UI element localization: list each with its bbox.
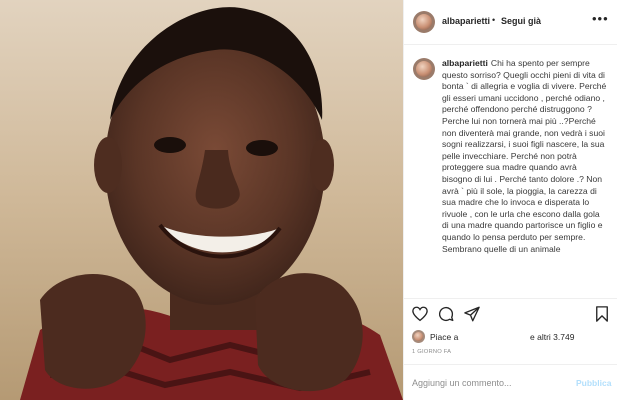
likes-summary: Piace a e altri 3.749 bbox=[412, 330, 612, 344]
comment-icon[interactable] bbox=[437, 305, 455, 323]
comment-input[interactable]: Aggiungi un commento... bbox=[412, 378, 512, 388]
likes-prefix: Piace a bbox=[430, 332, 459, 342]
action-bar bbox=[404, 298, 617, 329]
post-side-panel: albaparietti • Segui già ••• albapariett… bbox=[403, 0, 617, 400]
post-photo[interactable] bbox=[0, 0, 403, 400]
portrait-image bbox=[0, 0, 403, 400]
caption-body: Chi ha spento per sempre questo sorriso?… bbox=[442, 58, 607, 254]
publish-button[interactable]: Pubblica bbox=[576, 378, 611, 388]
liker-avatar[interactable] bbox=[412, 330, 425, 343]
post-timestamp[interactable]: 1 GIORNO FA bbox=[412, 349, 451, 355]
caption-text: albaparietti Chi ha spento per sempre que… bbox=[442, 58, 608, 255]
caption-scroll-area[interactable]: albaparietti Chi ha spento per sempre que… bbox=[404, 0, 617, 298]
caption-avatar[interactable] bbox=[413, 58, 435, 80]
caption-username-link[interactable]: albaparietti bbox=[442, 58, 488, 68]
share-icon[interactable] bbox=[463, 305, 481, 323]
likes-count-link[interactable]: e altri 3.749 bbox=[530, 332, 574, 342]
heart-icon[interactable] bbox=[411, 305, 429, 323]
bookmark-icon[interactable] bbox=[593, 305, 611, 323]
comment-box: Aggiungi un commento... Pubblica bbox=[404, 364, 617, 401]
